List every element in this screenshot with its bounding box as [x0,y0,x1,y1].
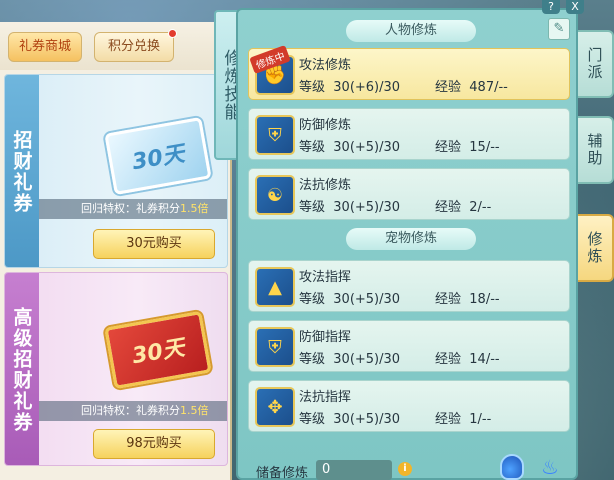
tab-coupon-mall-label: 礼券商城 [18,39,71,54]
row-level: 等级 30(+6)/30 [299,76,400,95]
level-value: 30(+5)/30 [333,140,401,155]
buy-30-button[interactable]: 30元购买 [93,229,215,259]
tab-assist-label: 辅助 [585,133,604,167]
return-perk-text: 回归特权：礼券积分1.5倍 [39,401,227,421]
yin-yang-icon: ☯ [255,175,295,215]
row-name: 法抗指挥 [299,390,352,405]
exp-label: 经验 [435,412,462,427]
level-label: 等级 [299,292,326,307]
paw-resist-icon: ✥ [255,387,295,427]
row-exp: 经验 15/-- [435,136,500,155]
exp-label: 经验 [435,352,462,367]
section-title-pet: 宠物修炼 [346,228,476,250]
row-exp: 经验 14/-- [435,348,500,367]
level-label: 等级 [299,140,326,155]
exp-value: 487/-- [469,80,508,95]
shop-tab-bar: 礼券商城 积分兑换 [0,22,232,70]
cultivation-row[interactable]: ☯ 法抗修炼 等级 30(+5)/30 经验 2/-- [248,168,570,220]
level-value: 30(+5)/30 [333,200,401,215]
row-exp: 经验 18/-- [435,288,500,307]
cultivation-panel: ✎ 人物修炼 ✊ 修炼中 攻法修炼 等级 30(+6)/30 经验 487/--… [236,8,578,480]
cultivation-row[interactable]: ⛨ 防御指挥 等级 30(+5)/30 经验 14/-- [248,320,570,372]
perk-value: 1.5倍 [180,404,209,417]
row-level: 等级 30(+5)/30 [299,288,400,307]
exp-value: 2/-- [469,200,492,215]
row-name: 攻法修炼 [299,58,352,73]
cultivation-row[interactable]: ✊ 修炼中 攻法修炼 等级 30(+6)/30 经验 487/-- [248,45,570,100]
perk-prefix: 回归特权：礼券积分 [81,404,180,417]
tab-points-exchange-label: 积分兑换 [107,39,160,54]
reserve-label: 储备修炼 [256,466,309,480]
exp-label: 经验 [435,200,462,215]
row-name: 防御修炼 [299,118,352,133]
row-level: 等级 30(+5)/30 [299,136,400,155]
info-icon[interactable]: i [398,462,412,476]
perk-value: 1.5倍 [180,202,209,215]
exp-value: 1/-- [469,412,492,427]
help-icon[interactable]: ? [542,0,560,14]
exp-value: 15/-- [469,140,500,155]
row-name: 防御指挥 [299,330,352,345]
perk-prefix: 回归特权：礼券积分 [81,202,180,215]
buy-98-button[interactable]: 98元购买 [93,429,215,459]
coupon-shop-panel: 礼券商城 积分兑换 招财礼券 30天 回归特权：礼券积分1.5倍 30元购买 高… [0,22,232,480]
level-label: 等级 [299,412,326,427]
row-name: 法抗修炼 [299,178,352,193]
tab-assist[interactable]: 辅助 [578,116,614,184]
exp-label: 经验 [435,292,462,307]
paw-shield-icon: ⛨ [255,327,295,367]
tab-sect[interactable]: 门派 [578,30,614,98]
exp-value: 14/-- [469,352,500,367]
exp-label: 经验 [435,80,462,95]
tab-cultivation[interactable]: 修炼 [578,214,614,282]
level-label: 等级 [299,200,326,215]
level-value: 30(+5)/30 [333,292,401,307]
row-level: 等级 30(+5)/30 [299,196,400,215]
exp-value: 18/-- [469,292,500,307]
return-perk-text: 回归特权：礼券积分1.5倍 [39,199,227,219]
cultivation-row[interactable]: ✥ 法抗指挥 等级 30(+5)/30 经验 1/-- [248,380,570,432]
red-dot-notification-icon [168,29,177,38]
card-side-label: 高级招财礼券 [5,273,39,465]
level-label: 等级 [299,80,326,95]
exp-label: 经验 [435,140,462,155]
level-label: 等级 [299,352,326,367]
row-name: 攻法指挥 [299,270,352,285]
cultivation-row[interactable]: ▲ 攻法指挥 等级 30(+5)/30 经验 18/-- [248,260,570,312]
coupon-card-premium: 高级招财礼券 30天 回归特权：礼券积分1.5倍 98元购买 [4,272,228,466]
ticket-30-days-icon: 30天 [104,310,212,390]
shield-icon: ⛨ [255,115,295,155]
card-side-label: 招财礼券 [5,75,39,267]
row-exp: 经验 2/-- [435,196,491,215]
tab-points-exchange[interactable]: 积分兑换 [94,29,177,62]
row-level: 等级 30(+5)/30 [299,348,400,367]
tab-coupon-mall[interactable]: 礼券商城 [8,32,82,62]
potion-icon[interactable] [500,454,524,480]
row-level: 等级 30(+5)/30 [299,408,400,427]
tab-cultivation-label: 修炼 [585,231,604,265]
close-icon[interactable]: X [566,0,584,14]
row-exp: 经验 1/-- [435,408,491,427]
level-value: 30(+6)/30 [333,80,401,95]
cultivation-row[interactable]: ⛨ 防御修炼 等级 30(+5)/30 经验 15/-- [248,108,570,160]
level-value: 30(+5)/30 [333,352,401,367]
ticket-30-days-icon: 30天 [104,116,212,196]
row-exp: 经验 487/-- [435,76,508,95]
paw-attack-icon: ▲ [255,267,295,307]
level-value: 30(+5)/30 [333,412,401,427]
edit-icon[interactable]: ✎ [548,18,570,40]
flame-upgrade-icon[interactable]: ♨ [538,454,562,480]
tab-sect-label: 门派 [585,47,604,81]
reserve-input[interactable]: 0 [316,460,392,480]
section-title-character: 人物修炼 [346,20,476,42]
coupon-card-basic: 招财礼券 30天 回归特权：礼券积分1.5倍 30元购买 [4,74,228,268]
